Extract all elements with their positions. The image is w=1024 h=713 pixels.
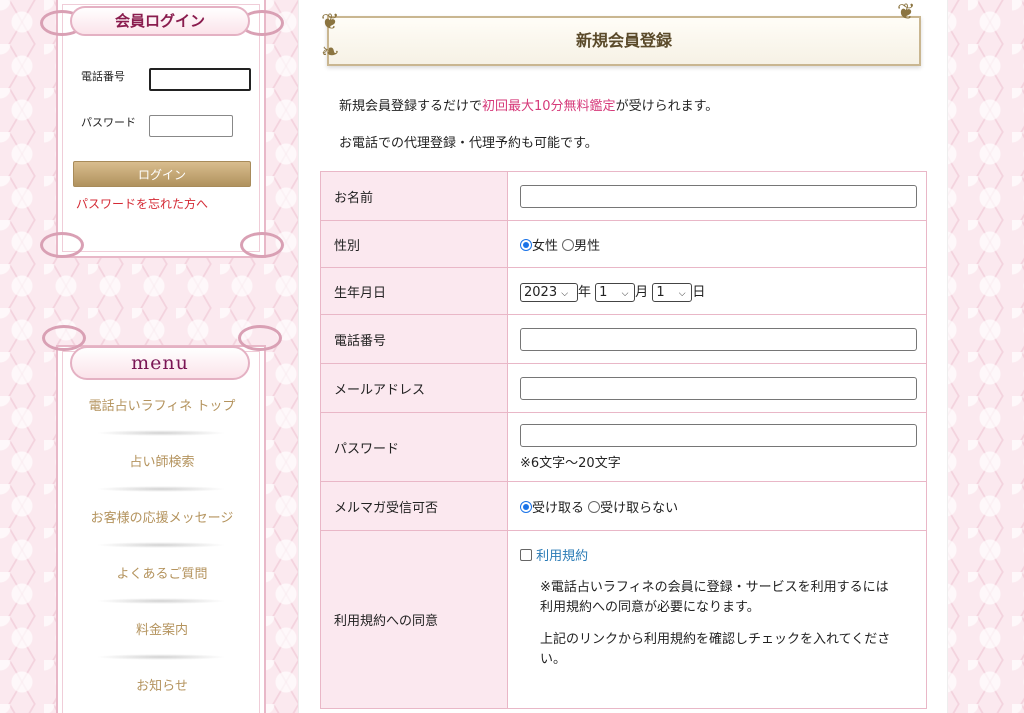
intro-text: 新規会員登録するだけで	[339, 99, 483, 114]
menu-title: menu	[70, 346, 250, 380]
login-password-input[interactable]	[149, 115, 233, 137]
password-note: ※6文字～20文字	[520, 455, 621, 471]
birth-day-unit: 日	[692, 284, 706, 300]
form-row-name: お名前	[320, 171, 927, 221]
terms-agree: 利用規約	[520, 545, 926, 564]
terms-note-1: ※電話占いラフィネの会員に登録・サービスを利用するには利用規約への同意が必要にな…	[540, 580, 889, 615]
menu-item-faq[interactable]: よくあるご質問	[62, 563, 262, 587]
flourish-icon: ❦	[897, 0, 916, 25]
form-row-email: メールアドレス	[320, 363, 927, 413]
ornament-curl-icon	[238, 325, 282, 351]
email-label: メールアドレス	[320, 363, 508, 413]
ornament-curl-icon	[240, 232, 284, 258]
intro-highlight: 初回最大10分無料鑑定	[482, 99, 616, 114]
newsletter-no-radio[interactable]	[588, 500, 601, 513]
birth-year-value: 2023	[524, 284, 558, 300]
terms-note-2: 上記のリンクから利用規約を確認しチェックを入れてください。	[540, 632, 891, 667]
flourish-icon: ❦	[321, 10, 340, 35]
birth-month-value: 1	[599, 284, 608, 300]
birth-day-value: 1	[656, 284, 665, 300]
login-button[interactable]: ログイン	[73, 161, 251, 187]
gender-label: 性別	[320, 220, 508, 268]
terms-checkbox[interactable]	[520, 549, 532, 561]
chevron-down-icon: ⌵	[621, 288, 629, 299]
menu-divider	[96, 542, 226, 548]
menu-item-top[interactable]: 電話占いラフィネ トップ	[62, 395, 262, 419]
menu-item-messages[interactable]: お客様の応援メッセージ	[62, 507, 262, 531]
name-label: お名前	[320, 171, 508, 221]
chevron-down-icon: ⌵	[678, 288, 686, 299]
phone-label: 電話番号	[320, 314, 508, 364]
registration-form: お名前 性別 女性 男性 生年月日 2023 ⌵ 年 1 ⌵ 月 1 ⌵ 日 電話番号…	[320, 171, 927, 709]
gender-female-label: 女性	[532, 238, 559, 254]
menu-divider	[96, 430, 226, 436]
phone-input[interactable]	[520, 327, 917, 351]
menu-item-news[interactable]: お知らせ	[62, 675, 262, 699]
form-row-phone: 電話番号	[320, 314, 927, 364]
intro-line-1: 新規会員登録するだけで初回最大10分無料鑑定が受けられます。	[339, 95, 718, 114]
form-row-gender: 性別 女性 男性	[320, 220, 927, 268]
form-row-newsletter: メルマガ受信可否 受け取る 受け取らない	[320, 481, 927, 531]
gender-male-label: 男性	[574, 238, 601, 254]
gender-male-radio[interactable]	[562, 238, 575, 251]
birth-month-unit: 月	[635, 284, 649, 300]
sidebar: 会員ログイン 電話番号 パスワード ログイン パスワードを忘れた方へ menu …	[40, 0, 284, 713]
terms-link[interactable]: 利用規約	[536, 549, 588, 564]
menu-item-search[interactable]: 占い師検索	[62, 451, 262, 475]
gender-female-radio[interactable]	[520, 238, 532, 251]
password-input[interactable]	[520, 423, 917, 447]
forgot-password-link[interactable]: パスワードを忘れた方へ	[76, 195, 208, 212]
birthdate-label: 生年月日	[320, 267, 508, 315]
birth-year-unit: 年	[578, 284, 592, 300]
login-title: 会員ログイン	[70, 6, 250, 36]
login-phone-input[interactable]	[149, 68, 251, 91]
birth-month-select[interactable]: 1 ⌵	[595, 282, 636, 302]
flourish-icon: ❧	[321, 40, 340, 65]
newsletter-no-label: 受け取らない	[600, 500, 679, 516]
menu-divider	[96, 654, 226, 660]
birth-day-select[interactable]: 1 ⌵	[652, 282, 693, 302]
main-content: 新規会員登録 ❦ ❧ ❦ 新規会員登録するだけで初回最大10分無料鑑定が受けられ…	[298, 0, 948, 713]
login-phone-label: 電話番号	[81, 70, 125, 83]
newsletter-yes-radio[interactable]	[520, 500, 532, 513]
chevron-down-icon: ⌵	[561, 288, 569, 299]
form-row-password: パスワード ※6文字～20文字	[320, 412, 927, 482]
form-row-terms: 利用規約への同意 利用規約 ※電話占いラフィネの会員に登録・サービスを利用するに…	[320, 530, 927, 709]
name-input[interactable]	[520, 184, 917, 208]
ornament-curl-icon	[40, 232, 84, 258]
form-row-birthdate: 生年月日 2023 ⌵ 年 1 ⌵ 月 1 ⌵ 日	[320, 267, 927, 315]
page-title: 新規会員登録	[575, 31, 672, 50]
menu-divider	[96, 486, 226, 492]
newsletter-label: メルマガ受信可否	[320, 481, 508, 531]
newsletter-yes-label: 受け取る	[532, 500, 585, 516]
page-title-bar: 新規会員登録	[327, 16, 921, 66]
intro-text: が受けられます。	[615, 99, 719, 114]
menu-item-pricing[interactable]: 料金案内	[62, 619, 262, 643]
email-input[interactable]	[520, 376, 917, 400]
birth-year-select[interactable]: 2023 ⌵	[520, 282, 578, 302]
login-password-label: パスワード	[81, 116, 136, 129]
menu-divider	[96, 598, 226, 604]
terms-label: 利用規約への同意	[320, 530, 508, 709]
intro-line-2: お電話での代理登録・代理予約も可能です。	[339, 136, 598, 151]
password-label: パスワード	[320, 412, 508, 482]
